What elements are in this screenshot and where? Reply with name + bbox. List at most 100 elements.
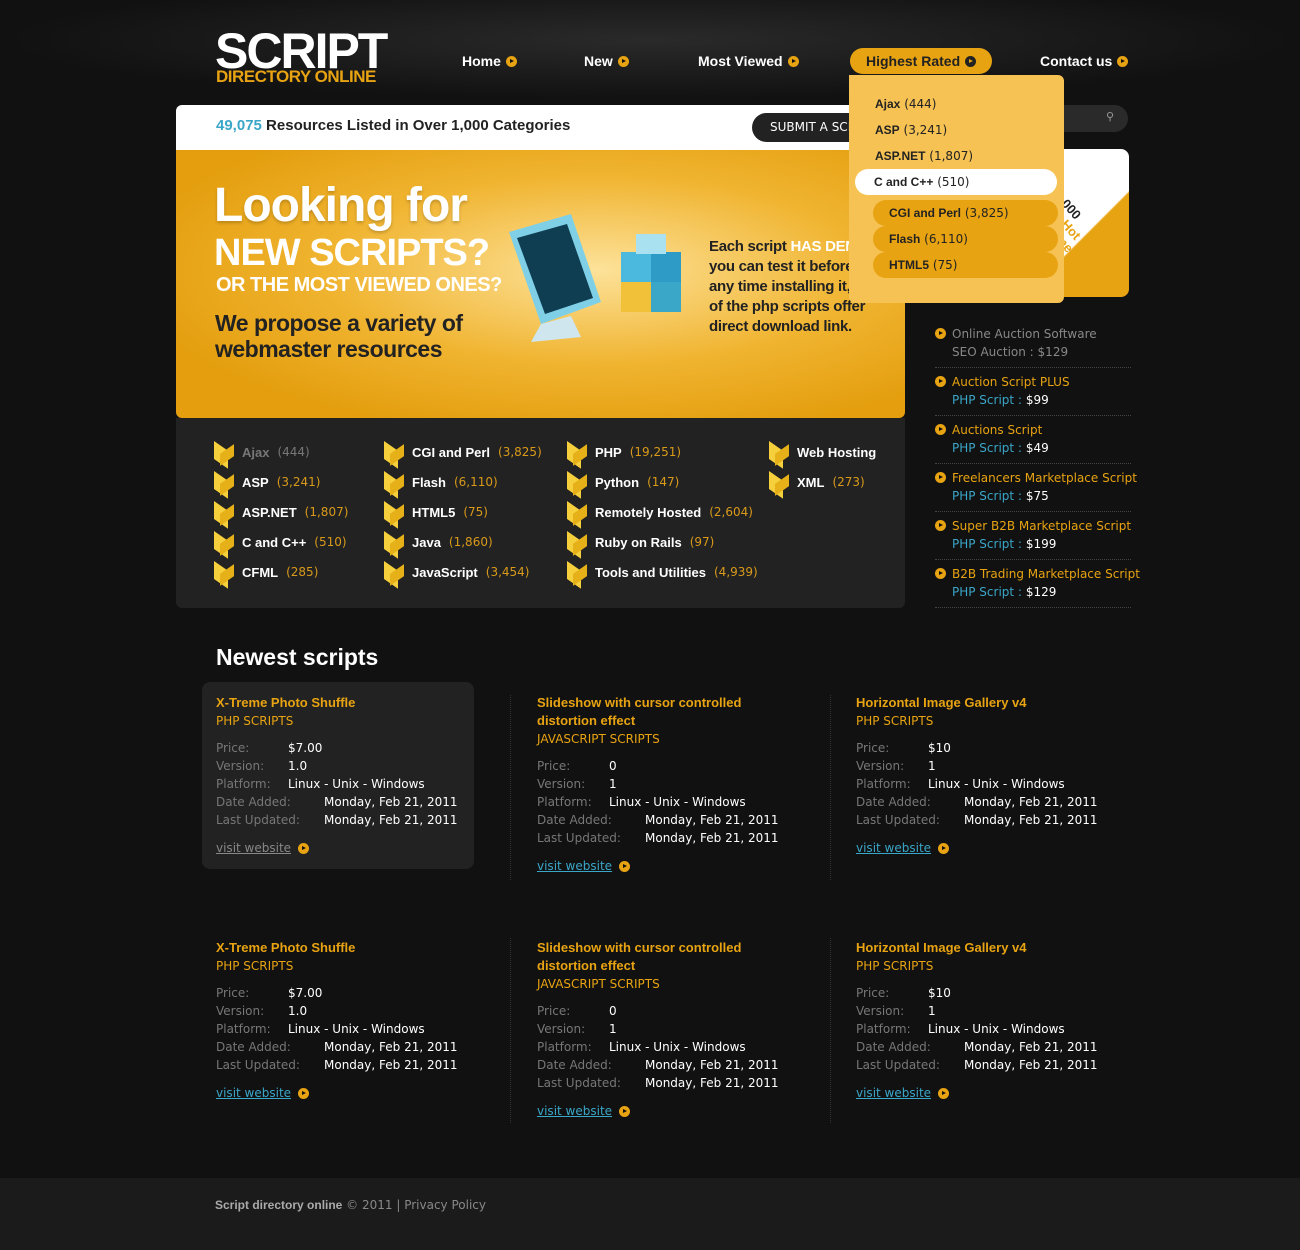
category-link[interactable]: JavaScript (3,454) xyxy=(384,561,529,583)
sidebar-item[interactable]: Online Auction Software SEO Auction : $12… xyxy=(935,325,1131,368)
divider xyxy=(510,938,511,1123)
nav-highest-rated[interactable]: Highest Rated xyxy=(850,48,993,74)
search-icon[interactable]: ⚲ xyxy=(1106,110,1114,123)
dropdown-item[interactable]: Flash (6,110) xyxy=(873,226,1058,252)
script-category[interactable]: JAVASCRIPT SCRIPTS xyxy=(537,730,781,748)
dropdown-item[interactable]: HTML5 (75) xyxy=(873,252,1058,278)
privacy-policy-link[interactable]: Privacy Policy xyxy=(404,1198,486,1212)
highest-rated-dropdown: Ajax (444) ASP (3,241) ASP.NET (1,807) C an… xyxy=(849,75,1064,303)
folder-icon xyxy=(214,561,234,583)
arrow-icon xyxy=(935,520,946,531)
script-title[interactable]: Slideshow with cursor controlled distort… xyxy=(537,939,767,975)
folder-icon xyxy=(384,471,404,493)
category-link[interactable]: Flash (6,110) xyxy=(384,471,498,493)
sidebar-item[interactable]: Auction Script PLUS PHP Script : $99 xyxy=(935,373,1131,416)
sidebar-item[interactable]: Freelancers Marketplace Script PHP Script… xyxy=(935,469,1137,512)
logo-subtitle[interactable]: DIRECTORY ONLINE xyxy=(216,67,376,87)
script-category[interactable]: JAVASCRIPT SCRIPTS xyxy=(537,975,781,993)
dropdown-item[interactable]: CGI and Perl (3,825) xyxy=(873,200,1058,226)
nav-contact-us[interactable]: Contact us xyxy=(1024,48,1144,74)
category-link[interactable]: XML (273) xyxy=(769,471,865,493)
arrow-icon xyxy=(935,424,946,435)
script-card: Horizontal Image Gallery v4 PHP SCRIPTS … xyxy=(842,682,1114,869)
script-card: Slideshow with cursor controlled distort… xyxy=(523,682,795,887)
script-card: X-Treme Photo Shuffle PHP SCRIPTS Price:… xyxy=(202,682,474,869)
script-title[interactable]: Horizontal Image Gallery v4 xyxy=(856,694,1086,712)
resource-number: 49,075 xyxy=(216,117,262,134)
monitor-cubes-illustration xyxy=(509,214,681,342)
script-card: X-Treme Photo Shuffle PHP SCRIPTS Price:… xyxy=(202,927,474,1114)
visit-website-link[interactable]: visit website xyxy=(216,1084,291,1102)
arrow-icon xyxy=(505,55,517,67)
hero-tagline: OR THE MOST VIEWED ONES? xyxy=(216,274,502,296)
script-category[interactable]: PHP SCRIPTS xyxy=(216,712,460,730)
folder-icon xyxy=(769,441,789,463)
category-link[interactable]: Ruby on Rails (97) xyxy=(567,531,714,553)
dropdown-item[interactable]: C and C++ (510) xyxy=(855,169,1057,195)
category-link[interactable]: HTML5 (75) xyxy=(384,501,488,523)
visit-website-link[interactable]: visit website xyxy=(856,1084,931,1102)
visit-website-link[interactable]: visit website xyxy=(537,857,612,875)
category-link[interactable]: ASP.NET (1,807) xyxy=(214,501,348,523)
folder-icon xyxy=(214,471,234,493)
arrow-icon xyxy=(965,55,977,67)
arrow-icon xyxy=(935,328,946,339)
script-title[interactable]: X-Treme Photo Shuffle xyxy=(216,939,446,957)
arrow-icon xyxy=(619,860,631,872)
category-link[interactable]: CFML (285) xyxy=(214,561,318,583)
script-title[interactable]: Horizontal Image Gallery v4 xyxy=(856,939,1086,957)
visit-website-link[interactable]: visit website xyxy=(216,839,291,857)
category-link[interactable]: Python (147) xyxy=(567,471,679,493)
category-link[interactable]: C and C++ (510) xyxy=(214,531,347,553)
arrow-icon xyxy=(298,842,310,854)
nav-home[interactable]: Home xyxy=(446,48,533,74)
folder-icon xyxy=(567,531,587,553)
arrow-icon xyxy=(1117,55,1129,67)
dropdown-item[interactable]: ASP (3,241) xyxy=(875,117,947,143)
footer xyxy=(0,1178,1300,1250)
resource-text: Resources Listed in Over 1,000 Categorie… xyxy=(261,117,571,134)
folder-icon xyxy=(567,501,587,523)
sidebar-item[interactable]: Auctions Script PHP Script : $49 xyxy=(935,421,1131,464)
nav-most-viewed[interactable]: Most Viewed xyxy=(682,48,815,74)
sidebar-item[interactable]: B2B Trading Marketplace Script PHP Script… xyxy=(935,565,1140,608)
dropdown-item[interactable]: Ajax (444) xyxy=(875,91,936,117)
folder-icon xyxy=(567,561,587,583)
folder-icon xyxy=(214,501,234,523)
category-link[interactable]: CGI and Perl (3,825) xyxy=(384,441,542,463)
folder-icon xyxy=(214,441,234,463)
category-link[interactable]: Ajax (444) xyxy=(214,441,310,463)
nav-new[interactable]: New xyxy=(568,48,645,74)
visit-website-link[interactable]: visit website xyxy=(537,1102,612,1120)
folder-icon xyxy=(384,501,404,523)
script-card: Slideshow with cursor controlled distort… xyxy=(523,927,795,1132)
divider xyxy=(830,938,831,1123)
dropdown-item[interactable]: ASP.NET (1,807) xyxy=(875,143,973,169)
visit-website-link[interactable]: visit website xyxy=(856,839,931,857)
category-link[interactable]: Java (1,860) xyxy=(384,531,493,553)
sidebar-item[interactable]: Super B2B Marketplace Script PHP Script :… xyxy=(935,517,1131,560)
script-category[interactable]: PHP SCRIPTS xyxy=(856,957,1100,975)
script-category[interactable]: PHP SCRIPTS xyxy=(216,957,460,975)
hero-subheading: NEW SCRIPTS? xyxy=(214,232,490,274)
arrow-icon xyxy=(938,1087,950,1099)
category-link[interactable]: Web Hosting xyxy=(769,441,884,463)
script-title[interactable]: Slideshow with cursor controlled distort… xyxy=(537,694,767,730)
folder-icon xyxy=(769,471,789,493)
resources-count: 49,075 Resources Listed in Over 1,000 Ca… xyxy=(216,117,570,134)
section-title: Newest scripts xyxy=(216,644,379,670)
script-category[interactable]: PHP SCRIPTS xyxy=(856,712,1100,730)
arrow-icon xyxy=(935,568,946,579)
divider xyxy=(830,695,831,880)
category-link[interactable]: PHP (19,251) xyxy=(567,441,681,463)
category-link[interactable]: ASP (3,241) xyxy=(214,471,320,493)
category-link[interactable]: Remotely Hosted (2,604) xyxy=(567,501,753,523)
folder-icon xyxy=(567,471,587,493)
hero-heading: Looking for xyxy=(214,179,468,232)
folder-icon xyxy=(567,441,587,463)
folder-icon xyxy=(384,561,404,583)
folder-icon xyxy=(214,531,234,553)
script-title[interactable]: X-Treme Photo Shuffle xyxy=(216,694,446,712)
arrow-icon xyxy=(619,1105,631,1117)
category-link[interactable]: Tools and Utilities (4,939) xyxy=(567,561,758,583)
